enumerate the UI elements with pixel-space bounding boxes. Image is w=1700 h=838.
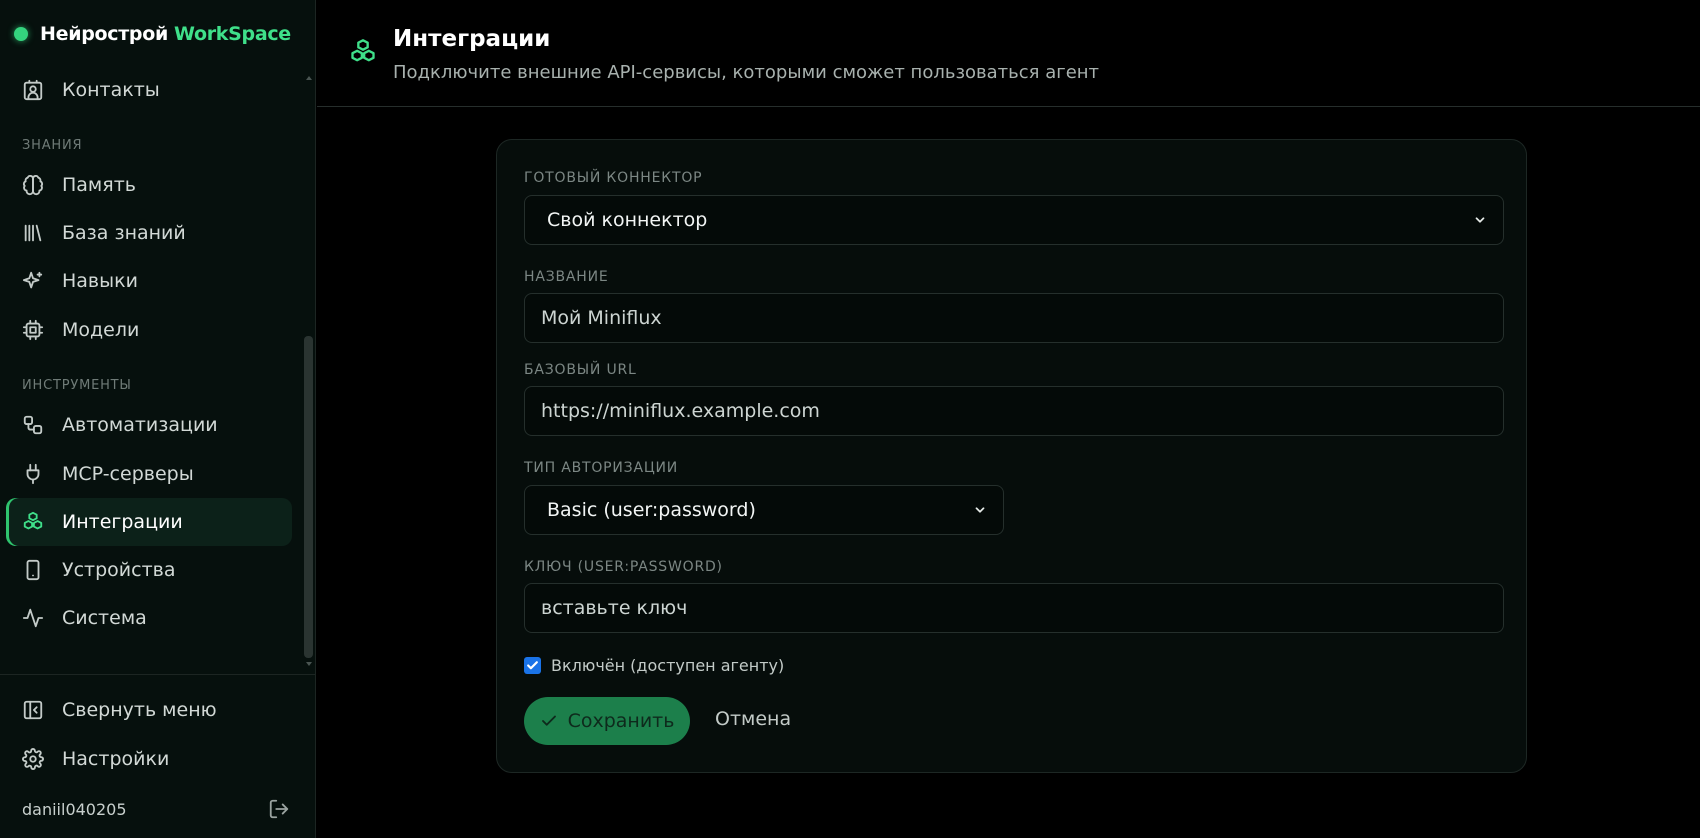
auth-type-select[interactable]: Basic (user:password) xyxy=(524,485,1004,535)
boxes-icon xyxy=(349,38,377,66)
sidebar-item-label: Система xyxy=(62,607,147,629)
brand: Нейрострой WorkSpace xyxy=(14,22,291,46)
sidebar-item-label: Интеграции xyxy=(62,511,183,533)
connector-label: ГОТОВЫЙ КОННЕКТОР xyxy=(524,170,703,186)
key-label: КЛЮЧ (USER:PASSWORD) xyxy=(524,559,723,575)
check-icon xyxy=(541,715,556,726)
cpu-icon xyxy=(22,319,44,341)
brand-name-main: Нейрострой xyxy=(40,23,168,45)
auth-type-select-value: Basic (user:password) xyxy=(547,499,756,521)
logout-icon[interactable] xyxy=(268,798,290,820)
name-input[interactable]: Мой Miniflux xyxy=(524,293,1504,343)
scroll-up-arrow-icon[interactable] xyxy=(306,76,312,80)
contact-icon xyxy=(22,79,44,101)
base-url-label: БАЗОВЫЙ URL xyxy=(524,362,637,378)
brain-icon xyxy=(22,174,44,196)
sidebar-item-label: Контакты xyxy=(62,79,160,101)
save-button[interactable]: Сохранить xyxy=(524,697,690,745)
sidebar-item-contacts[interactable]: Контакты xyxy=(6,66,292,114)
name-input-placeholder: Мой Miniflux xyxy=(541,307,662,329)
section-label-knowledge: ЗНАНИЯ xyxy=(22,138,83,153)
library-icon xyxy=(22,222,44,244)
page-subtitle: Подключите внешние API-сервисы, которыми… xyxy=(393,62,1100,83)
sidebar-item-mcp-servers[interactable]: MCP-серверы xyxy=(6,450,292,498)
brand-name-accent: WorkSpace xyxy=(174,23,291,45)
enabled-checkbox[interactable] xyxy=(524,657,541,674)
gear-icon xyxy=(22,748,44,770)
connector-select-value: Свой коннектор xyxy=(547,209,708,231)
sidebar-item-system[interactable]: Система xyxy=(6,594,292,642)
page-header: Интеграции Подключите внешние API-сервис… xyxy=(317,0,1700,107)
panel-left-icon xyxy=(22,699,44,721)
sidebar-item-devices[interactable]: Устройства xyxy=(6,546,292,594)
sidebar-item-integrations[interactable]: Интеграции xyxy=(6,498,292,546)
base-url-input-placeholder: https://miniflux.example.com xyxy=(541,400,820,422)
plug-icon xyxy=(22,463,44,485)
cancel-button[interactable]: Отмена xyxy=(715,708,791,730)
sidebar: Нейрострой WorkSpace Контакты ЗНАНИЯ Памя… xyxy=(0,0,316,838)
key-input[interactable]: вставьте ключ xyxy=(524,583,1504,633)
auth-type-label: ТИП АВТОРИЗАЦИИ xyxy=(524,460,679,476)
enabled-checkbox-row[interactable]: Включён (доступен агенту) xyxy=(524,656,784,675)
boxes-icon xyxy=(22,511,44,533)
sidebar-item-label: Устройства xyxy=(62,559,176,581)
workflow-icon xyxy=(22,414,44,436)
page-title: Интеграции xyxy=(393,26,551,52)
integration-form: ГОТОВЫЙ КОННЕКТОР Свой коннектор НАЗВАНИ… xyxy=(496,139,1527,773)
chevron-down-icon xyxy=(1475,217,1485,223)
sidebar-item-label: База знаний xyxy=(62,222,186,244)
chevron-down-icon xyxy=(975,507,985,513)
enabled-checkbox-label: Включён (доступен агенту) xyxy=(551,656,785,675)
settings-button[interactable]: Настройки xyxy=(6,735,292,783)
sidebar-item-label: Автоматизации xyxy=(62,414,218,436)
sidebar-item-label: Модели xyxy=(62,319,140,341)
user-name: daniil040205 xyxy=(22,800,127,819)
sidebar-item-memory[interactable]: Память xyxy=(6,161,292,209)
section-label-tools: ИНСТРУМЕНТЫ xyxy=(22,378,132,393)
sidebar-item-label: Память xyxy=(62,174,136,196)
checkmark-icon xyxy=(527,661,538,670)
sparkles-icon xyxy=(22,270,44,292)
brand-name: Нейрострой WorkSpace xyxy=(40,23,291,45)
collapse-menu-button[interactable]: Свернуть меню xyxy=(6,686,292,734)
activity-icon xyxy=(22,607,44,629)
base-url-input[interactable]: https://miniflux.example.com xyxy=(524,386,1504,436)
settings-label: Настройки xyxy=(62,748,170,770)
sidebar-item-automations[interactable]: Автоматизации xyxy=(6,401,292,449)
save-button-label: Сохранить xyxy=(567,710,675,732)
sidebar-item-models[interactable]: Модели xyxy=(6,306,292,354)
sidebar-item-label: Навыки xyxy=(62,270,138,292)
sidebar-item-skills[interactable]: Навыки xyxy=(6,257,292,305)
scroll-down-arrow-icon[interactable] xyxy=(306,662,312,666)
collapse-menu-label: Свернуть меню xyxy=(62,699,217,721)
key-input-placeholder: вставьте ключ xyxy=(541,597,688,619)
sidebar-divider xyxy=(0,674,316,675)
sidebar-item-knowledge-base[interactable]: База знаний xyxy=(6,209,292,257)
sidebar-item-label: MCP-серверы xyxy=(62,463,194,485)
sidebar-scrollbar[interactable] xyxy=(304,76,314,666)
name-label: НАЗВАНИЕ xyxy=(524,269,609,285)
smartphone-icon xyxy=(22,559,44,581)
scrollbar-thumb[interactable] xyxy=(304,336,313,658)
connector-select[interactable]: Свой коннектор xyxy=(524,195,1504,245)
status-dot-icon xyxy=(14,27,28,41)
